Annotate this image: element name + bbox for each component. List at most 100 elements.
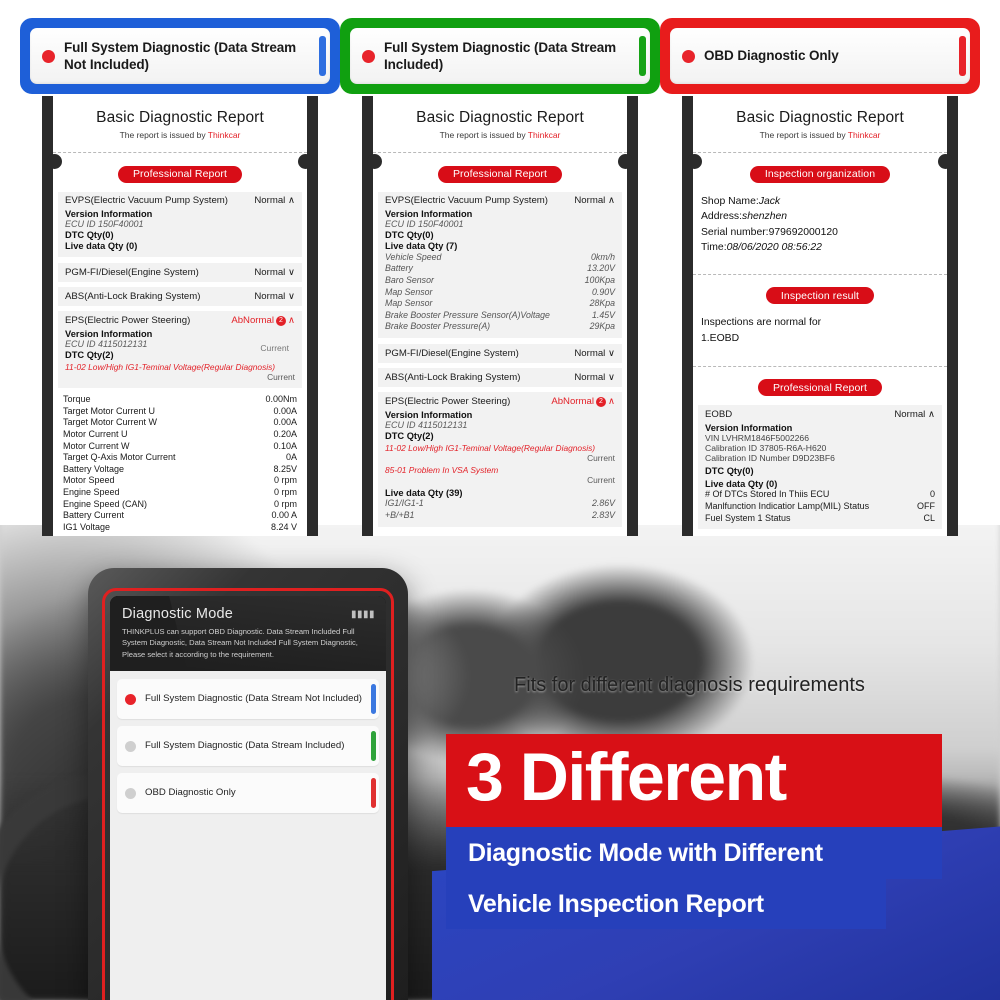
data-key: Motor Current W (63, 440, 130, 451)
data-row: Torque 0.00Nm (63, 394, 297, 406)
system-name: EPS(Electric Power Steering) (65, 314, 191, 326)
error-count-badge: 2 (275, 315, 286, 326)
issuer-brand: Thinkcar (527, 130, 561, 140)
accent-tab-red (959, 36, 966, 76)
data-key: Baro Sensor (385, 274, 434, 285)
system-row-abs[interactable]: ABS(Anti-Lock Braking System) Normal ∨ (378, 368, 622, 388)
system-header[interactable]: EVPS(Electric Vacuum Pump System) Normal… (385, 195, 615, 208)
system-block-eobd[interactable]: EOBD Normal ∧ Version Information VIN LV… (698, 405, 942, 530)
data-value: OFF (917, 500, 935, 511)
accent-tab-green (639, 36, 646, 76)
serial-label: Serial number: (701, 226, 769, 238)
data-row: Motor Current W 0.10A (63, 440, 297, 452)
data-value: 0.00A (273, 405, 297, 416)
device-bezel-left (362, 96, 382, 536)
system-status: Normal ∧ (254, 195, 295, 206)
data-value: 2.83V (592, 510, 615, 521)
ecu-id: ECU ID 4115012131 (385, 419, 468, 430)
system-status: AbNormal 2 ∧ (551, 396, 615, 407)
data-row: Engine Speed 0 rpm (63, 486, 297, 498)
radio-selected-icon[interactable] (42, 49, 55, 63)
report-card-full-with-datastream: Basic Diagnostic Report The report is is… (340, 18, 660, 536)
accent-tab-blue (319, 36, 326, 76)
data-key: +B/+B1 (385, 510, 415, 521)
status-text: Normal (574, 372, 606, 384)
report-page: Basic Diagnostic Report The report is is… (53, 96, 307, 536)
mode-header-obd-only[interactable]: OBD Diagnostic Only (660, 18, 980, 94)
data-row: Map Sensor 0.90V (385, 286, 615, 298)
system-header[interactable]: EPS(Electric Power Steering) AbNormal 2 ∧ (65, 315, 295, 328)
radio-selected-icon[interactable] (362, 49, 375, 63)
mode-header-inner[interactable]: Full System Diagnostic (Data Stream Incl… (350, 28, 650, 84)
shop-name-value: Jack (758, 195, 781, 207)
mode-label: Full System Diagnostic (Data Stream Incl… (384, 39, 617, 72)
radio-unselected-icon[interactable] (125, 740, 136, 752)
status-text: AbNormal (551, 395, 594, 407)
device-bezel-left (42, 96, 62, 536)
system-block-evps[interactable]: EVPS(Electric Vacuum Pump System) Normal… (378, 191, 622, 339)
result-line-2: 1.EOBD (701, 332, 740, 344)
chevron-up-icon[interactable]: ∧ (608, 396, 615, 407)
device-screen: ▮▮▮▮ Diagnostic Mode THINKPLUS can suppo… (110, 596, 386, 1000)
mode-option-full-no-datastream[interactable]: Full System Diagnostic (Data Stream Not … (117, 679, 379, 720)
system-row-abs[interactable]: ABS(Anti-Lock Braking System) Normal ∨ (58, 287, 302, 306)
mode-header-full-with-datastream[interactable]: Full System Diagnostic (Data Stream Incl… (340, 18, 660, 94)
system-header[interactable]: EPS(Electric Power Steering) AbNormal 2 ∧ (385, 396, 615, 409)
option-accent-blue (371, 684, 376, 715)
dtc-qty: DTC Qty(0) (385, 230, 434, 240)
report-issuer: The report is issued by Thinkcar (693, 127, 947, 140)
data-value: 0 (929, 489, 935, 500)
chevron-up-icon[interactable]: ∧ (608, 195, 615, 206)
system-status: Normal ∨ (254, 291, 295, 302)
dtc-code: 11-02 Low/High IG1-Teminal Voltage(Regul… (385, 442, 596, 453)
data-key: Map Sensor (385, 286, 433, 297)
data-value: 8.24 V (270, 521, 297, 532)
mode-header-full-no-datastream[interactable]: Full System Diagnostic (Data Stream Not … (20, 18, 340, 94)
inspection-organization-body: Shop Name:Jack Address:shenzhen Serial n… (693, 192, 947, 262)
system-block-evps[interactable]: EVPS(Electric Vacuum Pump System) Normal… (58, 191, 302, 257)
data-row: Battery 13.20V (385, 263, 615, 275)
chevron-down-icon[interactable]: ∨ (288, 267, 295, 278)
data-key: Target Q-Axis Motor Current (63, 452, 176, 463)
mode-option-full-with-datastream[interactable]: Full System Diagnostic (Data Stream Incl… (117, 726, 379, 767)
mode-option-obd-only[interactable]: OBD Diagnostic Only (117, 773, 379, 814)
system-row-engine[interactable]: PGM-FI/Diesel(Engine System) Normal ∨ (58, 263, 302, 282)
screen-description: THINKPLUS can support OBD Diagnostic. Da… (122, 627, 358, 659)
time-row: Time:08/06/2020 08:56:22 (701, 240, 939, 256)
system-status: Normal ∧ (574, 195, 615, 206)
radio-unselected-icon[interactable] (125, 787, 136, 799)
address-label: Address: (701, 211, 743, 223)
system-status: AbNormal 2 ∧ (231, 315, 295, 326)
chevron-down-icon[interactable]: ∨ (608, 372, 615, 383)
system-header[interactable]: EOBD Normal ∧ (705, 409, 935, 422)
data-key: Brake Booster Pressure Sensor(A)Voltage (385, 309, 550, 320)
chevron-down-icon[interactable]: ∨ (288, 291, 295, 302)
live-data-qty: Live data Qty (39) (385, 487, 463, 498)
data-key: Map Sensor (385, 298, 433, 309)
report-cards-row: Basic Diagnostic Report The report is is… (0, 0, 1000, 536)
mode-header-inner[interactable]: OBD Diagnostic Only (670, 28, 970, 84)
system-row-engine[interactable]: PGM-FI/Diesel(Engine System) Normal ∨ (378, 344, 622, 364)
radio-selected-icon[interactable] (125, 693, 136, 705)
serial-value: 979692000120 (768, 226, 838, 238)
report-viewport: Basic Diagnostic Report The report is is… (660, 96, 980, 536)
chevron-up-icon[interactable]: ∧ (288, 195, 295, 206)
data-value: 0A (285, 452, 297, 463)
system-name: EVPS(Electric Vacuum Pump System) (65, 195, 228, 206)
system-block-eps[interactable]: EPS(Electric Power Steering) AbNormal 2 ∧ … (378, 392, 622, 527)
divider-dashed (53, 152, 307, 153)
ecu-id: ECU ID 150F40001 (65, 219, 144, 229)
time-value: 08/06/2020 08:56:22 (726, 242, 822, 254)
mode-header-inner[interactable]: Full System Diagnostic (Data Stream Not … (30, 28, 330, 84)
system-header[interactable]: EVPS(Electric Vacuum Pump System) Normal… (65, 195, 295, 208)
radio-selected-icon[interactable] (682, 49, 695, 63)
chevron-down-icon[interactable]: ∨ (608, 348, 615, 359)
chevron-up-icon[interactable]: ∧ (928, 409, 935, 420)
calibration-id-number-line: Calibration ID Number D9D23BF6 (705, 452, 835, 463)
chevron-up-icon[interactable]: ∧ (288, 315, 295, 326)
serial-row: Serial number:979692000120 (701, 225, 939, 241)
divider-dashed (373, 152, 627, 153)
data-key: Target Motor Current W (63, 417, 158, 428)
status-badge: Professional Report (437, 165, 563, 183)
professional-report-badge-row: Professional Report (53, 164, 307, 183)
